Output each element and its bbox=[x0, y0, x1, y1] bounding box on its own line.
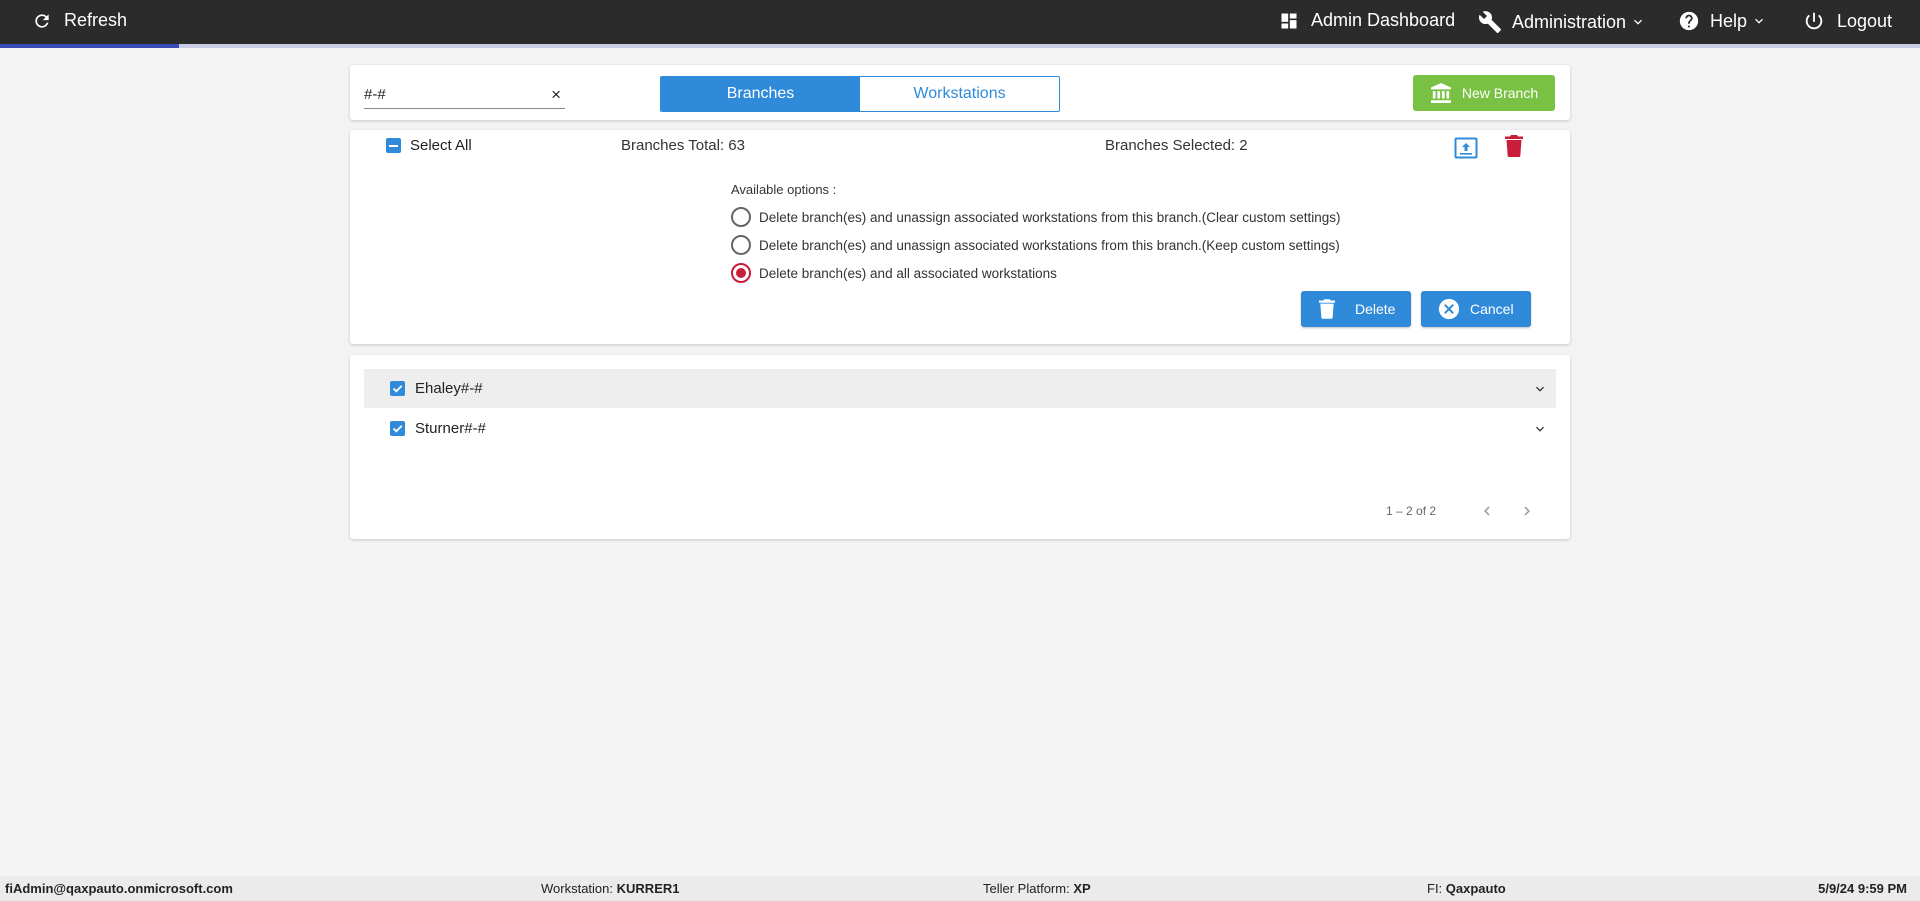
checked-checkbox-icon[interactable] bbox=[390, 421, 405, 436]
branch-name: Sturner#-# bbox=[415, 420, 486, 437]
radio-button-selected[interactable] bbox=[731, 263, 751, 283]
branches-selected: Branches Selected: 2 bbox=[1105, 137, 1248, 154]
footer-workstation: Workstation: KURRER1 bbox=[541, 881, 679, 896]
indeterminate-checkbox-icon bbox=[386, 138, 401, 153]
admin-dashboard-label: Admin Dashboard bbox=[1311, 10, 1456, 30]
bank-icon bbox=[1430, 83, 1451, 103]
footer-user: fiAdmin@qaxpauto.onmicrosoft.com bbox=[5, 881, 233, 896]
administration-label: Administration bbox=[1512, 11, 1627, 32]
radio-button[interactable] bbox=[731, 207, 751, 227]
fi-value: Qaxpauto bbox=[1445, 881, 1506, 896]
loading-progress-fill bbox=[0, 44, 179, 48]
clear-search-icon[interactable]: × bbox=[551, 85, 561, 105]
available-options-title: Available options : bbox=[731, 182, 837, 197]
refresh-icon bbox=[35, 13, 49, 28]
radio-button[interactable] bbox=[731, 235, 751, 255]
chevron-down-icon[interactable] bbox=[1532, 421, 1548, 437]
option-label: Delete branch(es) and all associated wor… bbox=[759, 265, 1057, 281]
delete-options-panel: Select All Branches Total: 63 Branches S… bbox=[350, 130, 1570, 344]
trash-icon[interactable] bbox=[1505, 135, 1523, 157]
dashboard-icon bbox=[1281, 13, 1297, 28]
select-all-checkbox[interactable]: Select All bbox=[386, 137, 472, 154]
footer-datetime: 5/9/24 9:59 PM bbox=[1818, 881, 1907, 896]
trash-icon bbox=[1319, 299, 1335, 319]
footer-teller-platform: Teller Platform: XP bbox=[983, 881, 1091, 896]
branch-name: Ehaley#-# bbox=[415, 380, 483, 397]
tab-workstations[interactable]: Workstations bbox=[860, 77, 1059, 111]
search-box: × bbox=[364, 82, 565, 109]
chevron-down-icon bbox=[1755, 18, 1764, 24]
branches-total: Branches Total: 63 bbox=[621, 137, 745, 154]
chevron-left-icon[interactable] bbox=[1478, 502, 1496, 520]
cancel-button[interactable]: Cancel bbox=[1421, 291, 1531, 327]
wrench-icon bbox=[1478, 11, 1501, 33]
new-branch-button[interactable]: New Branch bbox=[1413, 75, 1555, 111]
workstation-label: Workstation: bbox=[541, 881, 614, 896]
view-toggle: Branches Workstations bbox=[660, 76, 1060, 112]
pagination-range: 1 – 2 of 2 bbox=[1386, 504, 1437, 518]
option-label: Delete branch(es) and unassign associate… bbox=[759, 237, 1340, 253]
help-icon bbox=[1679, 11, 1699, 31]
option-label: Delete branch(es) and unassign associate… bbox=[759, 209, 1341, 225]
refresh-button[interactable]: Refresh bbox=[32, 10, 127, 31]
administration-menu[interactable]: Administration bbox=[1478, 10, 1646, 34]
top-bar: Refresh Admin Dashboard Administration H… bbox=[0, 0, 1920, 48]
chevron-down-icon bbox=[1634, 19, 1643, 25]
cancel-label: Cancel bbox=[1470, 301, 1514, 317]
logout-label: Logout bbox=[1837, 10, 1893, 31]
upload-icon[interactable] bbox=[1454, 137, 1478, 159]
new-branch-label: New Branch bbox=[1461, 85, 1539, 101]
branch-toolbar: × Branches Workstations New Branch bbox=[350, 65, 1570, 120]
checked-checkbox-icon[interactable] bbox=[390, 381, 405, 396]
cancel-circle-icon bbox=[1438, 298, 1460, 320]
footer-fi: FI: Qaxpauto bbox=[1427, 881, 1506, 896]
refresh-label: Refresh bbox=[64, 10, 128, 30]
chevron-right-icon[interactable] bbox=[1518, 502, 1536, 520]
delete-label: Delete bbox=[1355, 301, 1396, 317]
logout-button[interactable]: Logout bbox=[1803, 10, 1892, 32]
option-keep-custom-settings[interactable]: Delete branch(es) and unassign associate… bbox=[731, 235, 1340, 255]
tab-branches[interactable]: Branches bbox=[661, 77, 860, 111]
teller-platform-label: Teller Platform: bbox=[983, 881, 1070, 896]
chevron-down-icon[interactable] bbox=[1532, 381, 1548, 397]
help-label: Help bbox=[1710, 10, 1748, 31]
branch-list: Ehaley#-# Sturner#-# 1 – 2 of 2 bbox=[350, 355, 1570, 539]
status-footer: fiAdmin@qaxpauto.onmicrosoft.com Worksta… bbox=[0, 876, 1920, 901]
help-menu[interactable]: Help bbox=[1678, 10, 1767, 32]
loading-progress-bar bbox=[0, 44, 1920, 48]
teller-platform-value: XP bbox=[1073, 881, 1091, 896]
fi-label: FI: bbox=[1427, 881, 1443, 896]
option-delete-all-workstations[interactable]: Delete branch(es) and all associated wor… bbox=[731, 263, 1057, 283]
list-item[interactable]: Ehaley#-# bbox=[364, 369, 1556, 408]
list-item[interactable]: Sturner#-# bbox=[364, 409, 1556, 448]
delete-button[interactable]: Delete bbox=[1301, 291, 1411, 327]
admin-dashboard-link[interactable]: Admin Dashboard bbox=[1279, 10, 1455, 31]
option-clear-custom-settings[interactable]: Delete branch(es) and unassign associate… bbox=[731, 207, 1341, 227]
search-input[interactable] bbox=[364, 82, 534, 106]
workstation-value: KURRER1 bbox=[616, 881, 680, 896]
power-icon bbox=[1805, 12, 1823, 30]
select-all-label: Select All bbox=[410, 137, 472, 154]
